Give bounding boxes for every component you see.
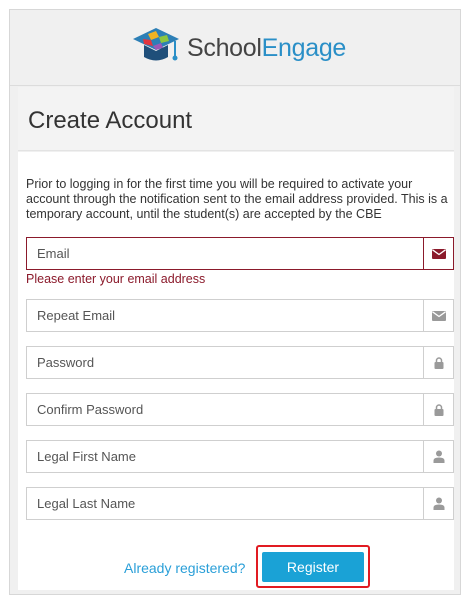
repeat-email-input[interactable]	[27, 300, 423, 331]
confirm-password-field[interactable]	[26, 393, 454, 426]
title-bar: Create Account	[18, 87, 454, 151]
user-icon	[423, 488, 453, 519]
intro-text: Prior to logging in for the first time y…	[26, 177, 448, 221]
page-frame: SchoolEngage Create Account Prior to log…	[9, 9, 461, 595]
legal-last-name-input[interactable]	[27, 488, 423, 519]
already-registered-link[interactable]: Already registered?	[124, 560, 245, 576]
brand-logo: SchoolEngage	[131, 24, 346, 72]
page-title: Create Account	[28, 107, 193, 134]
email-error-message: Please enter your email address	[26, 272, 206, 286]
password-input[interactable]	[27, 347, 423, 378]
brand-name: SchoolEngage	[187, 33, 347, 62]
user-icon	[423, 441, 453, 472]
legal-first-name-field[interactable]	[26, 440, 454, 473]
legal-first-name-input[interactable]	[27, 441, 423, 472]
confirm-password-input[interactable]	[27, 394, 423, 425]
lock-icon	[423, 347, 453, 378]
header: SchoolEngage	[10, 10, 460, 86]
password-field[interactable]	[26, 346, 454, 379]
register-button[interactable]: Register	[262, 552, 364, 582]
form-panel: Prior to logging in for the first time y…	[18, 152, 454, 590]
email-field[interactable]	[26, 237, 454, 270]
envelope-icon	[423, 300, 453, 331]
lock-icon	[423, 394, 453, 425]
envelope-icon	[423, 238, 453, 269]
repeat-email-field[interactable]	[26, 299, 454, 332]
legal-last-name-field[interactable]	[26, 487, 454, 520]
graduation-cap-logo-icon	[133, 28, 179, 61]
email-input[interactable]	[27, 238, 423, 269]
